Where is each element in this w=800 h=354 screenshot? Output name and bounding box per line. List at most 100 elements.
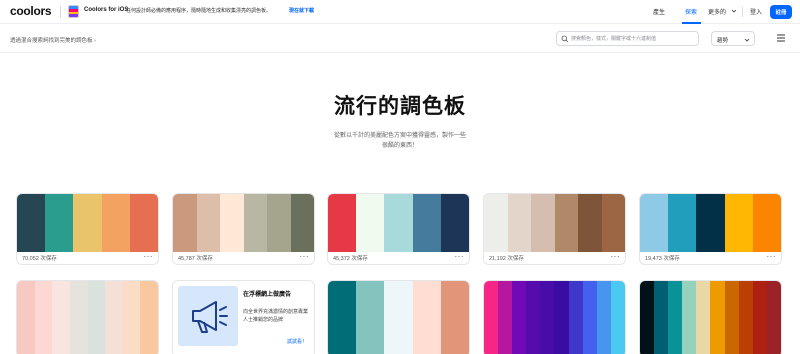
more-options-icon[interactable]: ··· — [144, 253, 154, 261]
more-options-icon[interactable]: ··· — [611, 253, 621, 261]
palette-swatches[interactable] — [484, 281, 625, 354]
color-swatch[interactable] — [412, 194, 441, 252]
color-swatch[interactable] — [526, 281, 541, 354]
color-swatch[interactable] — [105, 281, 123, 354]
palette-swatches[interactable] — [173, 194, 314, 252]
color-swatch[interactable] — [484, 194, 508, 252]
color-swatch[interactable] — [290, 194, 314, 252]
signup-button[interactable]: 註冊 — [770, 5, 792, 19]
palette-card[interactable]: 19,473 次保存 ··· — [640, 194, 781, 264]
search-hint[interactable]: 透過混合搜索詞找到完美的調色板 › — [10, 36, 96, 44]
color-swatch[interactable] — [140, 281, 158, 354]
more-options-icon[interactable]: ··· — [455, 253, 465, 261]
nav-more[interactable]: 更多的 — [708, 7, 726, 16]
color-swatch[interactable] — [696, 281, 711, 354]
palette-card[interactable] — [328, 281, 469, 354]
search-box[interactable] — [556, 31, 699, 46]
palette-card[interactable]: 45,787 次保存 ··· — [173, 194, 314, 264]
color-swatch[interactable] — [17, 194, 46, 252]
color-swatch[interactable] — [412, 281, 441, 354]
more-options-icon[interactable]: ··· — [300, 253, 310, 261]
color-swatch[interactable] — [45, 194, 74, 252]
palette-card[interactable] — [484, 281, 625, 354]
palette-swatches[interactable] — [484, 194, 625, 252]
nav-explore[interactable]: 探索 — [685, 7, 697, 16]
color-swatch[interactable] — [654, 281, 669, 354]
palette-swatches[interactable] — [640, 281, 781, 354]
color-swatch[interactable] — [582, 281, 597, 354]
color-swatch[interactable] — [129, 194, 158, 252]
color-swatch[interactable] — [640, 281, 655, 354]
palette-swatches[interactable] — [328, 194, 469, 252]
color-swatch[interactable] — [498, 281, 513, 354]
palette-card[interactable] — [17, 281, 158, 354]
palette-swatches[interactable] — [640, 194, 781, 252]
color-swatch[interactable] — [328, 194, 357, 252]
hamburger-menu-icon[interactable] — [774, 32, 788, 44]
color-swatch[interactable] — [384, 194, 413, 252]
color-swatch[interactable] — [766, 281, 781, 354]
color-swatch[interactable] — [752, 194, 781, 252]
palette-swatches[interactable] — [17, 194, 158, 252]
color-swatch[interactable] — [507, 194, 531, 252]
color-swatch[interactable] — [34, 281, 53, 354]
palette-card[interactable]: 21,192 次保存 ··· — [484, 194, 625, 264]
color-swatch[interactable] — [568, 281, 583, 354]
color-swatch[interactable] — [52, 281, 70, 354]
color-swatch[interactable] — [724, 281, 739, 354]
color-swatch[interactable] — [540, 281, 555, 354]
top-navbar: coolors Coolors for iOS 任何設計師必備的應用程序，隨時隨… — [0, 0, 800, 24]
color-swatch[interactable] — [512, 281, 527, 354]
palette-swatches[interactable] — [328, 281, 469, 354]
color-swatch[interactable] — [17, 281, 35, 354]
color-swatch[interactable] — [752, 281, 767, 354]
color-swatch[interactable] — [724, 194, 753, 252]
download-link[interactable]: 現在就下載 — [289, 7, 314, 14]
color-swatch[interactable] — [243, 194, 267, 252]
palette-card[interactable]: 45,372 次保存 ··· — [328, 194, 469, 264]
color-swatch[interactable] — [356, 194, 385, 252]
color-swatch[interactable] — [73, 194, 102, 252]
color-swatch[interactable] — [601, 194, 625, 252]
coolors-logo[interactable]: coolors — [10, 4, 52, 18]
color-swatch[interactable] — [87, 281, 106, 354]
search-input[interactable] — [571, 34, 695, 44]
sort-dropdown[interactable]: 趨勢 — [711, 31, 755, 46]
color-swatch[interactable] — [610, 281, 625, 354]
color-swatch[interactable] — [173, 194, 197, 252]
color-swatch[interactable] — [220, 194, 244, 252]
color-swatch[interactable] — [328, 281, 357, 354]
search-icon — [561, 35, 569, 43]
palette-card[interactable]: 70,052 次保存 ··· — [17, 194, 158, 264]
login-link[interactable]: 登入 — [750, 7, 762, 16]
color-swatch[interactable] — [578, 194, 602, 252]
color-swatch[interactable] — [484, 281, 499, 354]
ad-link[interactable]: 試試看！ — [287, 338, 307, 345]
color-swatch[interactable] — [356, 281, 385, 354]
nav-generate[interactable]: 產生 — [653, 7, 665, 16]
color-swatch[interactable] — [682, 281, 697, 354]
color-swatch[interactable] — [69, 281, 88, 354]
color-swatch[interactable] — [440, 281, 469, 354]
palette-swatches[interactable] — [17, 281, 158, 354]
color-swatch[interactable] — [101, 194, 130, 252]
color-swatch[interactable] — [196, 194, 220, 252]
color-swatch[interactable] — [710, 281, 725, 354]
color-swatch[interactable] — [668, 194, 697, 252]
color-swatch[interactable] — [440, 194, 469, 252]
palette-card[interactable] — [640, 281, 781, 354]
color-swatch[interactable] — [696, 194, 725, 252]
color-swatch[interactable] — [531, 194, 555, 252]
color-swatch[interactable] — [384, 281, 413, 354]
color-swatch[interactable] — [640, 194, 669, 252]
color-swatch[interactable] — [596, 281, 611, 354]
color-swatch[interactable] — [554, 194, 578, 252]
color-swatch[interactable] — [738, 281, 753, 354]
chevron-down-icon[interactable] — [731, 8, 737, 14]
color-swatch[interactable] — [668, 281, 683, 354]
color-swatch[interactable] — [554, 281, 569, 354]
more-options-icon[interactable]: ··· — [767, 253, 777, 261]
ad-card[interactable]: 在浮標網上做廣告 向全世界充滿激情的創意專業人士推銷您的品牌 試試看！ — [173, 281, 314, 354]
color-swatch[interactable] — [122, 281, 141, 354]
color-swatch[interactable] — [267, 194, 291, 252]
